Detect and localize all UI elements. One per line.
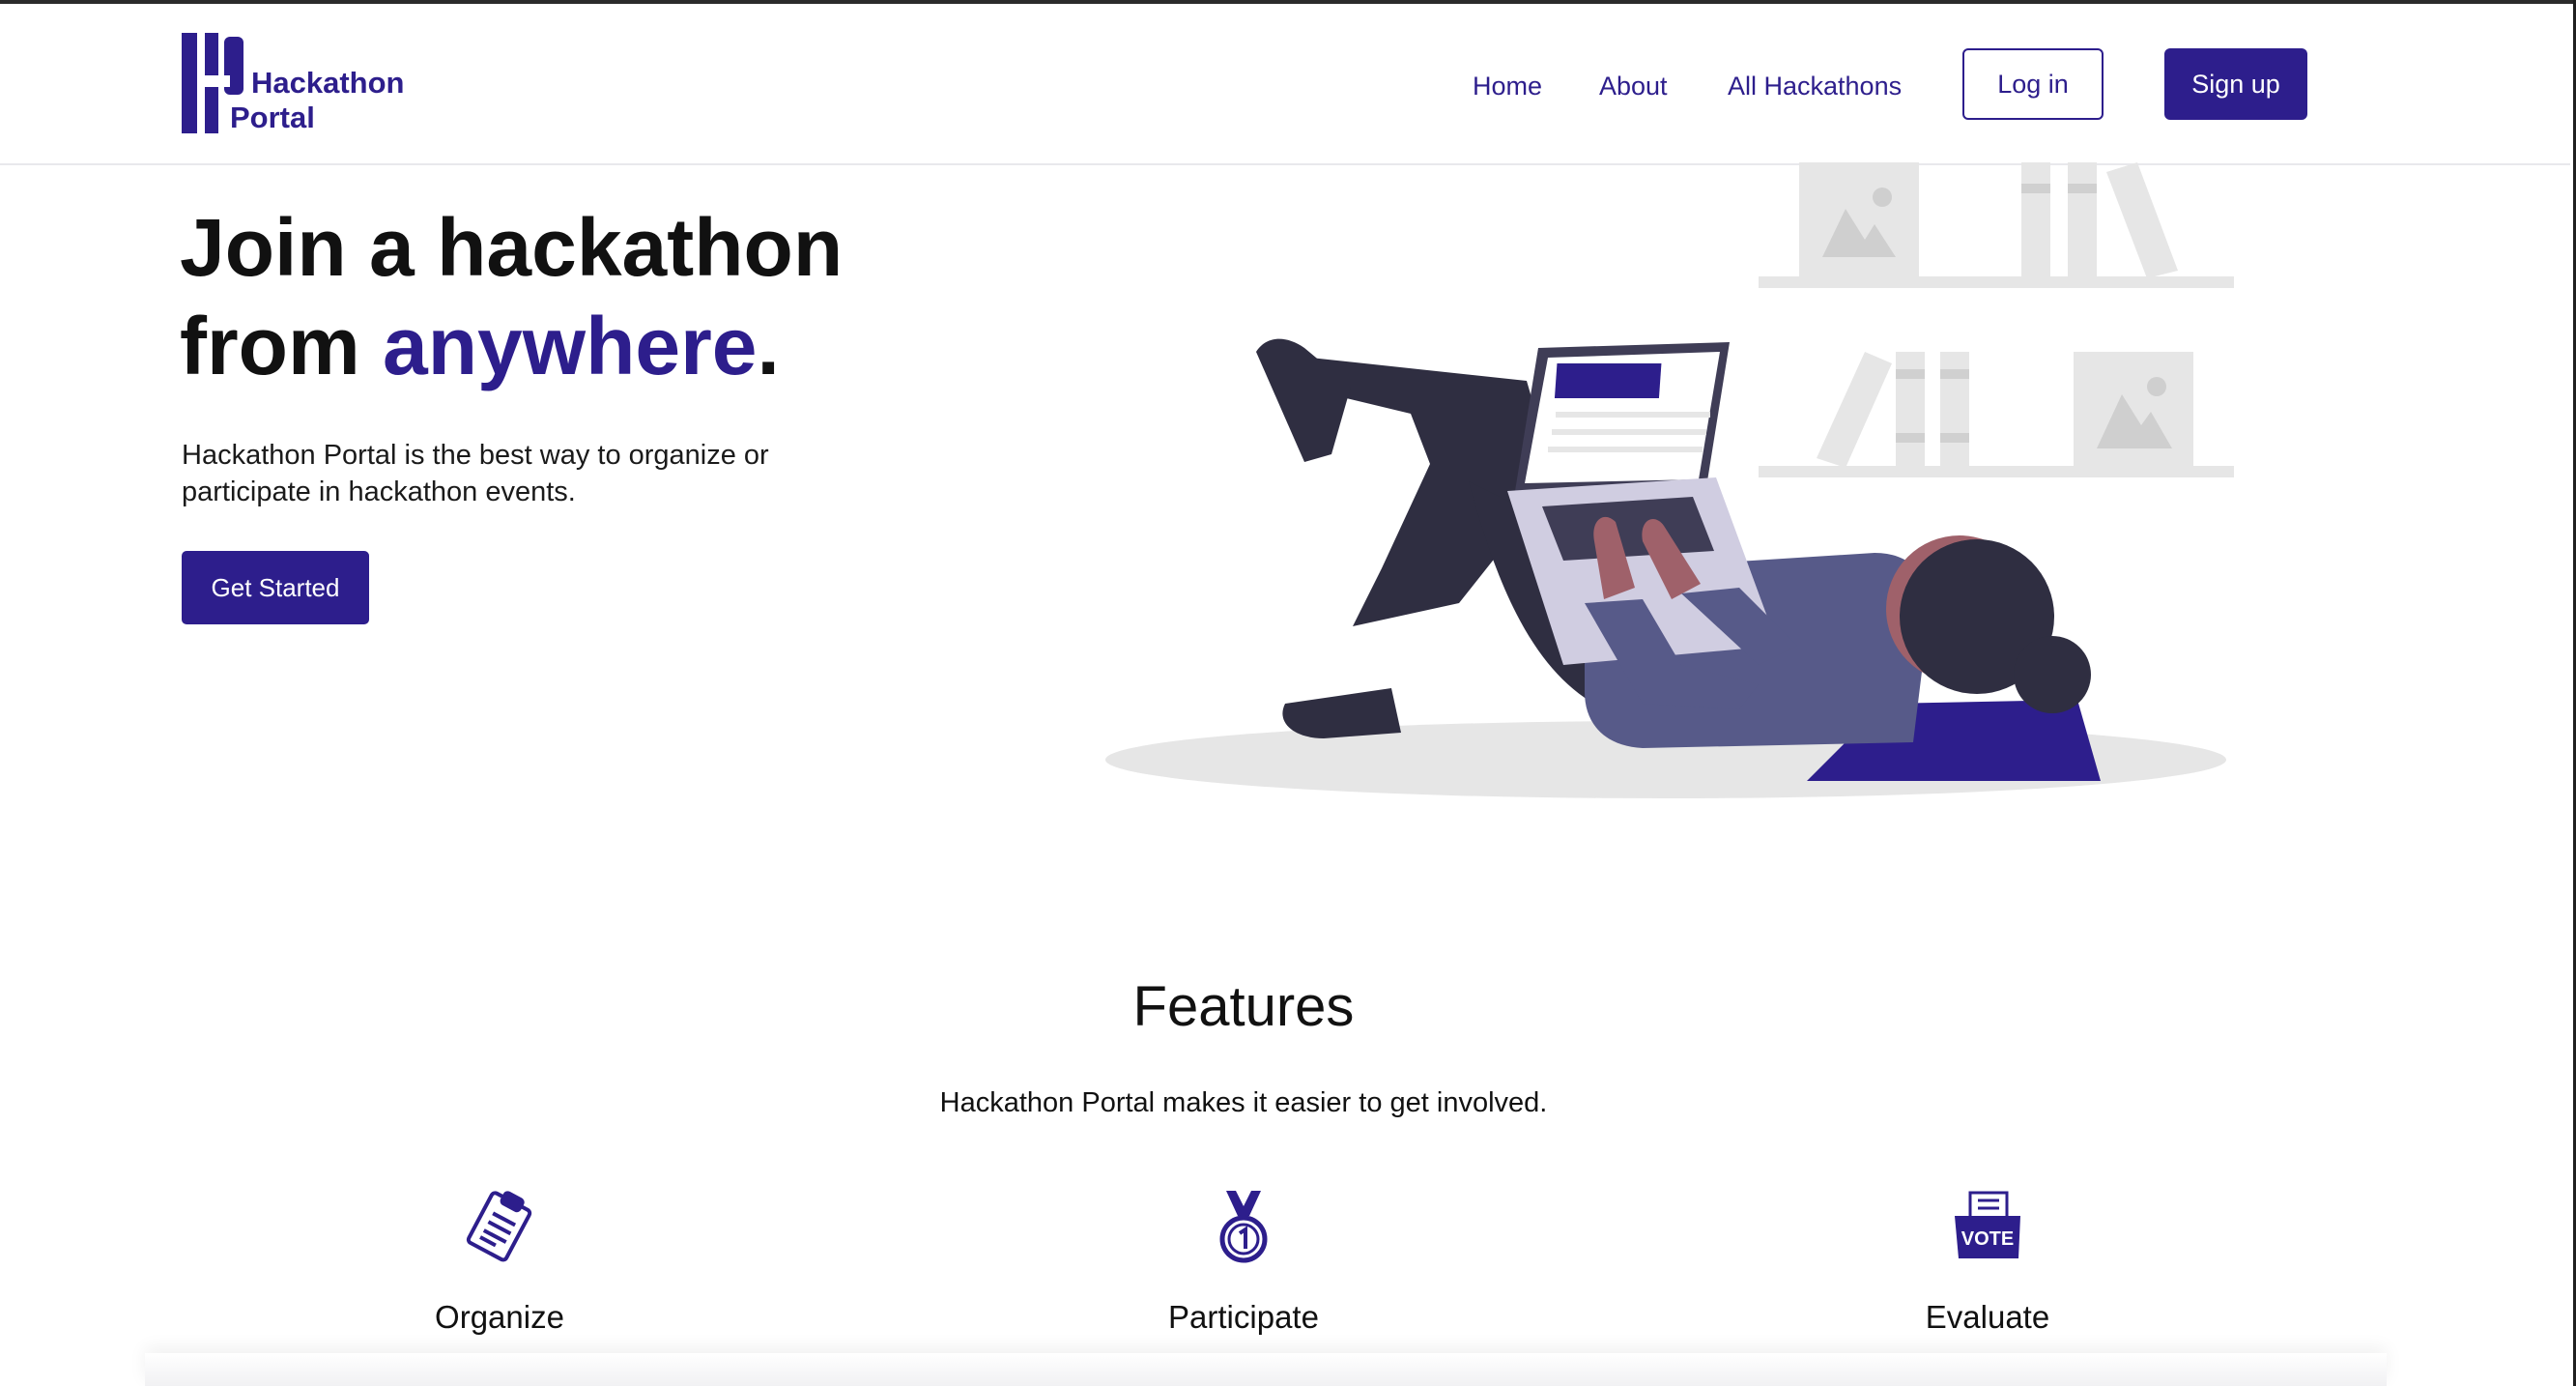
site-header: Hackathon Portal Home About All Hackatho…	[0, 4, 2570, 165]
svg-text:VOTE: VOTE	[1961, 1228, 2014, 1250]
site-logo[interactable]: Hackathon Portal	[182, 33, 433, 139]
nav-about[interactable]: About	[1599, 72, 1668, 101]
nav-all-hackathons[interactable]: All Hackathons	[1728, 72, 1902, 101]
medal-icon	[1219, 1191, 1268, 1263]
get-started-button[interactable]: Get Started	[182, 551, 369, 624]
feature-organize: Organize	[306, 1187, 693, 1336]
features-subtitle: Hackathon Portal makes it easier to get …	[939, 1087, 1548, 1118]
feature-name-organize: Organize	[435, 1299, 564, 1335]
clipboard-icon	[466, 1191, 532, 1262]
features-heading: Features	[1132, 975, 1355, 1038]
nav-home[interactable]: Home	[1473, 72, 1542, 101]
signup-button[interactable]: Sign up	[2164, 48, 2307, 120]
hero-title-from: from	[180, 301, 383, 391]
vote-box-icon: VOTE	[1955, 1191, 2020, 1258]
logo-text: Hackathon Portal	[230, 66, 405, 135]
logo-line-2: Portal	[230, 101, 315, 134]
feature-name-participate: Participate	[1168, 1299, 1319, 1335]
login-button[interactable]: Log in	[1962, 48, 2104, 120]
logo-line-1: Hackathon	[251, 66, 405, 100]
hero-title-line-1: Join a hackathon	[180, 202, 844, 293]
hero-title-period: .	[757, 301, 780, 391]
hero-subtitle: Hackathon Portal is the best way to orga…	[182, 440, 769, 507]
hero-title-accent: anywhere	[383, 301, 758, 391]
feature-evaluate: VOTE Evaluate	[1794, 1187, 2181, 1336]
bookshelf-graphic	[1759, 162, 2234, 477]
features-card-strip	[145, 1353, 2387, 1386]
hero-illustration	[1105, 162, 2234, 798]
feature-participate: Participate	[1050, 1187, 1437, 1336]
feature-name-evaluate: Evaluate	[1925, 1299, 2050, 1335]
hero-title: Join a hackathon from anywhere.	[180, 198, 843, 395]
